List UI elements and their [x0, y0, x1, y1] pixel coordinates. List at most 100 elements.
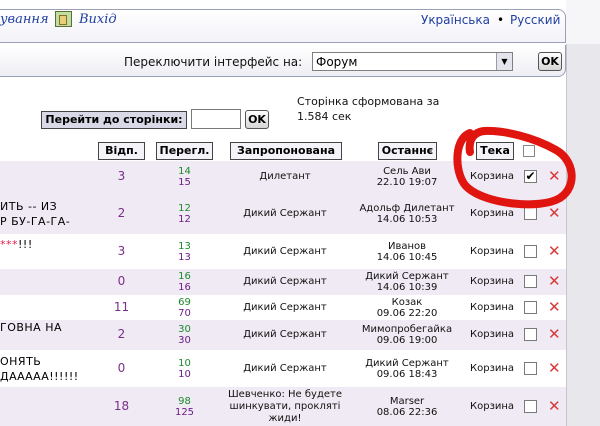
views-total: 125 [174, 407, 195, 418]
lang-ukrainian-link[interactable]: Українська [421, 13, 490, 27]
last-post-author[interactable]: Иванов [350, 241, 464, 252]
topic-starter[interactable]: Дилетант [222, 171, 348, 183]
folder-name[interactable]: Корзина [470, 363, 518, 374]
last-post[interactable]: Marser 08.06 22:36 [350, 396, 464, 418]
last-post-author[interactable]: Козак [350, 297, 464, 308]
topic-starter[interactable]: Шевченко: Не будете шинкувати, прокляті … [222, 389, 348, 425]
last-post-author[interactable]: Дикий Сержант [350, 271, 464, 282]
folder-name[interactable]: Корзина [470, 329, 518, 340]
delete-x-icon[interactable]: ✕ [548, 169, 561, 184]
exit-door-icon[interactable] [55, 11, 72, 27]
table-row: ОНЯТЬ ДААААА!!!!!! 0 10 10 Дикий Сержант… [0, 350, 566, 387]
topic-title-line1[interactable]: ***!!! [0, 238, 33, 252]
table-row: ИТЬ -- ИЗ Р БУ-ГА-ГА- 2 12 12 Дикий Серж… [0, 193, 566, 234]
topic-starter[interactable]: Дикий Сержант [222, 363, 348, 375]
topic-title-line1[interactable]: ОНЯТЬ [0, 355, 41, 369]
select-all-checkbox[interactable] [523, 145, 535, 157]
views-count: 10 10 [156, 358, 213, 380]
switch-interface-label: Переключити інтерфейс на: [124, 55, 303, 69]
row-checkbox[interactable] [524, 362, 537, 375]
topic-title-line1[interactable]: ГОВНА НА [0, 321, 62, 335]
topic-title-line2[interactable]: ДААААА!!!!!! [0, 370, 79, 384]
col-folder-header[interactable]: Тека [476, 142, 514, 160]
last-post[interactable]: Дикий Сержант 14.06 10:39 [350, 271, 464, 293]
folder-name[interactable]: Корзина [470, 208, 518, 219]
delete-x-icon[interactable]: ✕ [548, 300, 561, 315]
folder-name[interactable]: Корзина [470, 171, 518, 182]
views-total: 13 [178, 252, 191, 263]
col-last-header[interactable]: Останнє [378, 142, 437, 160]
last-post-date: 09.06 22:20 [376, 308, 438, 319]
delete-x-icon[interactable]: ✕ [548, 274, 561, 289]
delete-x-icon[interactable]: ✕ [548, 361, 561, 376]
last-post-author[interactable]: Мимопробегайка [350, 324, 464, 335]
last-post[interactable]: Иванов 14.06 10:45 [350, 241, 464, 263]
views-today: 10 [178, 358, 191, 369]
replies-count: 18 [113, 399, 130, 413]
page-generated-time: Сторінка сформована за 1.584 сек [297, 95, 440, 123]
last-post-author[interactable]: Дикий Сержант [350, 358, 464, 369]
goto-page-label: Перейти до сторінки: [41, 111, 187, 129]
table-row: 0 16 16 Дикий Сержант Дикий Сержант 14.0… [0, 269, 566, 295]
folder-name[interactable]: Корзина [470, 302, 518, 313]
delete-x-icon[interactable]: ✕ [548, 327, 561, 342]
views-today: 98 [178, 396, 191, 407]
topic-title-line1[interactable]: ИТЬ -- ИЗ [0, 200, 57, 214]
row-checkbox[interactable] [524, 400, 537, 413]
last-post-author[interactable]: Marser [350, 396, 464, 407]
topic-starter[interactable]: Дикий Сержант [222, 208, 348, 220]
col-started-header[interactable]: Запропонована [230, 142, 342, 160]
topic-starter[interactable]: Дикий Сержант [222, 246, 348, 258]
delete-x-icon[interactable]: ✕ [548, 399, 561, 414]
interface-select[interactable]: Форум ▼ [312, 52, 513, 71]
views-count: 69 70 [156, 297, 213, 319]
goto-ok-button[interactable]: OK [245, 110, 269, 129]
window-edge-top [566, 0, 600, 44]
last-post[interactable]: Мимопробегайка 09.06 19:00 [350, 324, 464, 346]
last-post-date: 09.06 18:43 [376, 369, 438, 380]
folder-name[interactable]: Корзина [470, 246, 518, 257]
views-today: 12 [178, 203, 191, 214]
delete-x-icon[interactable]: ✕ [548, 244, 561, 259]
dropdown-arrow-icon[interactable]: ▼ [496, 53, 512, 70]
topic-title-line2[interactable]: Р БУ-ГА-ГА- [0, 215, 70, 229]
folder-name[interactable]: Корзина [470, 401, 518, 412]
views-total: 30 [178, 335, 191, 346]
goto-page-input[interactable] [191, 109, 241, 129]
replies-count: 2 [117, 206, 126, 220]
last-post[interactable]: Дикий Сержант 09.06 18:43 [350, 358, 464, 380]
last-post-date: 14.06 10:45 [376, 252, 438, 263]
row-checkbox[interactable]: ✔ [524, 170, 537, 183]
views-count: 30 30 [156, 324, 213, 346]
row-checkbox[interactable] [524, 245, 537, 258]
interface-select-value: Форум [316, 55, 358, 69]
topic-starter[interactable]: Дикий Сержант [222, 276, 348, 288]
row-checkbox[interactable] [524, 207, 537, 220]
exit-link[interactable]: Вихід [79, 12, 117, 27]
views-today: 30 [178, 324, 191, 335]
row-checkbox[interactable] [524, 275, 537, 288]
last-post[interactable]: Козак 09.06 22:20 [350, 297, 464, 319]
last-post[interactable]: Сель Ави 22.10 19:07 [350, 166, 464, 188]
col-views-header[interactable]: Перегл. [156, 142, 213, 160]
replies-count: 11 [113, 300, 130, 314]
row-checkbox[interactable] [524, 301, 537, 314]
last-post[interactable]: Адольф Дилетант 14.06 10:53 [350, 203, 464, 225]
last-post-author[interactable]: Сель Ави [350, 166, 464, 177]
nav-link-partial[interactable]: ування [0, 12, 49, 27]
switch-ok-button[interactable]: OK [538, 52, 562, 71]
topic-starter[interactable]: Дикий Сержант [222, 329, 348, 341]
col-replies-header[interactable]: Відп. [98, 142, 145, 160]
topic-starter[interactable]: Дикий Сержант [222, 302, 348, 314]
lang-separator: • [497, 13, 505, 27]
row-checkbox[interactable] [524, 328, 537, 341]
delete-x-icon[interactable]: ✕ [548, 206, 561, 221]
folder-name[interactable]: Корзина [470, 276, 518, 287]
views-count: 13 13 [156, 241, 213, 263]
views-total: 16 [178, 282, 191, 293]
lang-russian-link[interactable]: Русский [510, 13, 560, 27]
window-edge [566, 0, 600, 426]
views-total: 12 [178, 214, 191, 225]
views-today: 13 [178, 241, 191, 252]
last-post-author[interactable]: Адольф Дилетант [350, 203, 464, 214]
